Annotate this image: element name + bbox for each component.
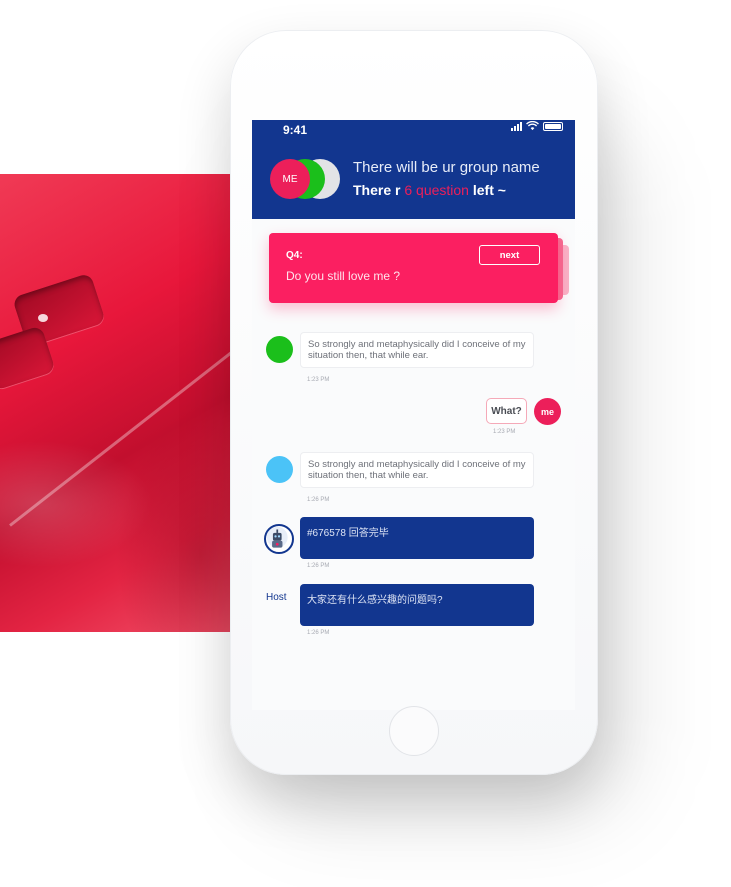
phone-screen: 9:41 ME There will be ur group name Ther… (252, 120, 575, 710)
wifi-icon (526, 121, 539, 131)
sent-message-bubble: What? (486, 398, 527, 424)
home-button[interactable] (389, 706, 439, 756)
member-avatars[interactable]: ME (270, 159, 342, 199)
message-bubble-dark: 大家还有什么感兴趣的问题吗? (300, 584, 534, 626)
next-button[interactable]: next (479, 245, 540, 265)
status-icons (511, 121, 563, 131)
chat-header: 9:41 ME There will be ur group name Ther… (252, 120, 575, 219)
stage: 9:41 ME There will be ur group name Ther… (0, 0, 731, 887)
battery-icon (543, 121, 563, 131)
message-bubble-dark: #676578 回答完毕 (300, 517, 534, 559)
phone-frame: 9:41 ME There will be ur group name Ther… (230, 30, 598, 775)
message-time: 1:23 PM (307, 377, 330, 383)
avatar-me: ME (270, 159, 310, 199)
signal-icon (511, 121, 522, 131)
host-label: Host (266, 592, 287, 603)
red-background-image (0, 174, 295, 632)
question-count-line: There r 6 question left ~ (353, 182, 506, 198)
question-card: Q4: Do you still love me ? next (269, 233, 558, 303)
message-time: 1:26 PM (307, 497, 330, 503)
question-count: 6 question (404, 182, 469, 198)
avatar-green-user[interactable] (266, 336, 293, 363)
message-bubble: So strongly and metaphysically did I con… (300, 332, 534, 368)
message-time: 1:26 PM (307, 630, 330, 636)
question-prefix: There r (353, 182, 401, 198)
robot-icon (266, 526, 288, 548)
avatar-me-small[interactable]: me (534, 398, 561, 425)
robot-avatar[interactable] (264, 524, 294, 554)
red-highlight-dot (38, 314, 48, 322)
question-suffix: left ~ (472, 182, 506, 198)
question-label: Q4: (286, 250, 303, 261)
message-time: 1:23 PM (493, 429, 516, 435)
message-time: 1:26 PM (307, 563, 330, 569)
status-time: 9:41 (283, 123, 308, 137)
group-name: There will be ur group name (353, 159, 540, 176)
message-bubble: So strongly and metaphysically did I con… (300, 452, 534, 488)
question-text: Do you still love me ? (286, 269, 401, 283)
avatar-blue-user[interactable] (266, 456, 293, 483)
